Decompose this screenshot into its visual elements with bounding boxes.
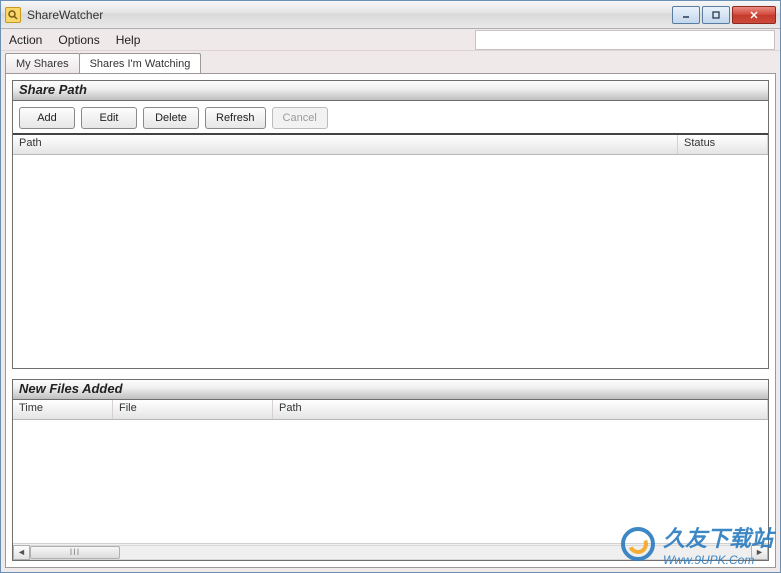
scroll-thumb[interactable]: III [30, 546, 120, 559]
new-files-grid-header: Time File Path [13, 400, 768, 420]
menu-options[interactable]: Options [58, 33, 99, 47]
new-files-header: New Files Added [13, 380, 768, 400]
tabstrip: My Shares Shares I'm Watching [1, 51, 780, 73]
new-files-panel: New Files Added Time File Path ◄ III ► [12, 379, 769, 561]
share-path-toolbar: Add Edit Delete Refresh Cancel [13, 101, 768, 135]
horizontal-scrollbar[interactable]: ◄ III ► [13, 543, 768, 560]
tab-shares-watching[interactable]: Shares I'm Watching [79, 53, 202, 73]
search-input[interactable] [475, 30, 775, 50]
minimize-button[interactable] [672, 6, 700, 24]
scroll-right-arrow[interactable]: ► [751, 545, 768, 560]
menu-action[interactable]: Action [9, 33, 42, 47]
app-icon [5, 7, 21, 23]
col-path2[interactable]: Path [273, 400, 768, 419]
refresh-button[interactable]: Refresh [205, 107, 266, 129]
delete-button[interactable]: Delete [143, 107, 199, 129]
window-title: ShareWatcher [27, 8, 103, 22]
share-path-panel: Share Path Add Edit Delete Refresh Cance… [12, 80, 769, 369]
col-time[interactable]: Time [13, 400, 113, 419]
scroll-left-arrow[interactable]: ◄ [13, 545, 30, 560]
titlebar[interactable]: ShareWatcher [1, 1, 780, 29]
share-path-grid-body[interactable] [13, 155, 768, 368]
maximize-button[interactable] [702, 6, 730, 24]
cancel-button: Cancel [272, 107, 328, 129]
col-file[interactable]: File [113, 400, 273, 419]
app-window: ShareWatcher Action Options Help My Shar… [0, 0, 781, 573]
add-button[interactable]: Add [19, 107, 75, 129]
close-button[interactable] [732, 6, 776, 24]
tab-panel: Share Path Add Edit Delete Refresh Cance… [5, 73, 776, 568]
scroll-track[interactable]: III [30, 545, 751, 560]
col-status[interactable]: Status [678, 135, 768, 154]
menu-help[interactable]: Help [116, 33, 141, 47]
edit-button[interactable]: Edit [81, 107, 137, 129]
share-path-header: Share Path [13, 81, 768, 101]
share-path-grid-header: Path Status [13, 135, 768, 155]
tab-my-shares[interactable]: My Shares [5, 53, 80, 73]
col-path[interactable]: Path [13, 135, 678, 154]
new-files-grid-body[interactable] [13, 420, 768, 543]
